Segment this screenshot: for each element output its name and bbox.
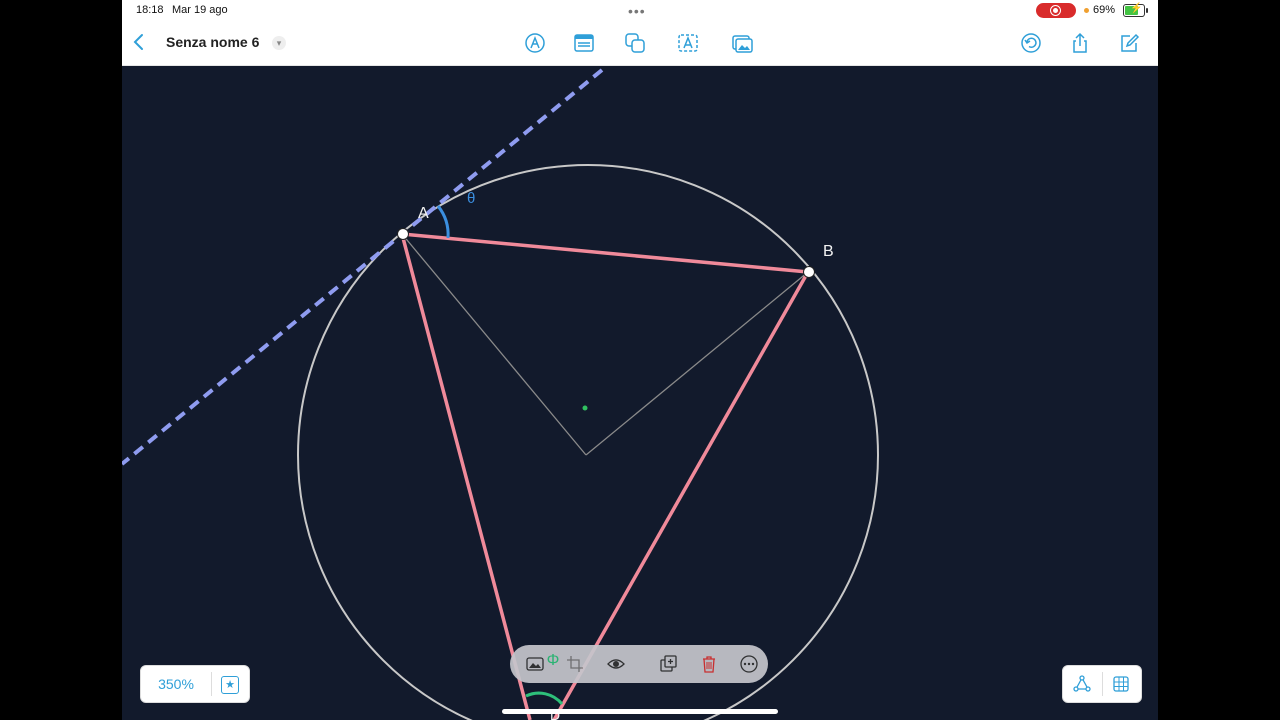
zoom-divider — [211, 672, 212, 696]
battery-percent: 69% — [1093, 4, 1116, 16]
pen-icon[interactable] — [524, 32, 546, 54]
status-date: Mar 19 ago — [172, 4, 228, 16]
zoom-control[interactable]: 350% ★ — [140, 665, 250, 703]
battery-icon: ⚡ — [1123, 3, 1148, 17]
eye-icon[interactable] — [607, 655, 625, 673]
screen-recording-indicator[interactable] — [1036, 3, 1076, 18]
graph-icon[interactable] — [1073, 675, 1091, 693]
angle-d-arc — [525, 691, 564, 706]
radius-ob — [585, 271, 809, 456]
duplicate-icon[interactable] — [660, 655, 678, 673]
geometry-canvas[interactable]: A B D θ — [122, 66, 1158, 720]
text-box-icon[interactable] — [677, 32, 699, 54]
chevron-down-icon[interactable]: ▾ — [272, 36, 286, 50]
label-b: B — [823, 243, 834, 260]
center-point[interactable] — [582, 405, 588, 411]
context-menu: Φ — [510, 645, 768, 683]
point-a[interactable] — [397, 228, 409, 240]
undo-icon[interactable] — [1020, 32, 1042, 54]
grid-icon[interactable] — [1112, 675, 1130, 693]
label-theta: θ — [467, 190, 476, 207]
trash-icon[interactable] — [700, 655, 718, 673]
zoom-level[interactable]: 350% — [141, 676, 211, 692]
segment-ad[interactable] — [400, 233, 532, 720]
top-toolbar: Senza nome 6 ▾ — [122, 22, 1158, 66]
status-time: 18:18 — [136, 4, 164, 16]
crop-icon[interactable] — [566, 655, 584, 673]
home-indicator[interactable] — [502, 709, 778, 714]
point-b[interactable] — [803, 266, 815, 278]
multitasking-dots-icon[interactable]: ••• — [628, 3, 646, 19]
share-icon[interactable] — [1069, 32, 1091, 54]
image-icon[interactable] — [731, 32, 753, 54]
back-icon[interactable] — [132, 32, 146, 52]
star-icon[interactable]: ★ — [221, 676, 239, 694]
label-a: A — [418, 205, 429, 222]
tangent-line[interactable] — [122, 68, 604, 466]
edit-icon[interactable] — [1118, 32, 1140, 54]
notes-icon[interactable] — [573, 32, 595, 54]
status-bar: 18:18 Mar 19 ago ••• 69% ⚡ — [122, 0, 1158, 22]
segment-ab[interactable] — [401, 232, 809, 274]
image-icon[interactable] — [526, 655, 544, 673]
bottom-right-tools — [1062, 665, 1142, 703]
screen: 18:18 Mar 19 ago ••• 69% ⚡ Senza nome 6 … — [0, 0, 1280, 720]
angle-theta-arc — [436, 205, 450, 239]
shapes-icon[interactable] — [624, 32, 646, 54]
more-icon[interactable] — [740, 655, 758, 673]
document-title[interactable]: Senza nome 6 — [166, 34, 259, 50]
panel-divider — [1102, 672, 1103, 696]
mic-indicator-icon — [1084, 8, 1089, 13]
phi-icon[interactable]: Φ — [544, 652, 562, 670]
